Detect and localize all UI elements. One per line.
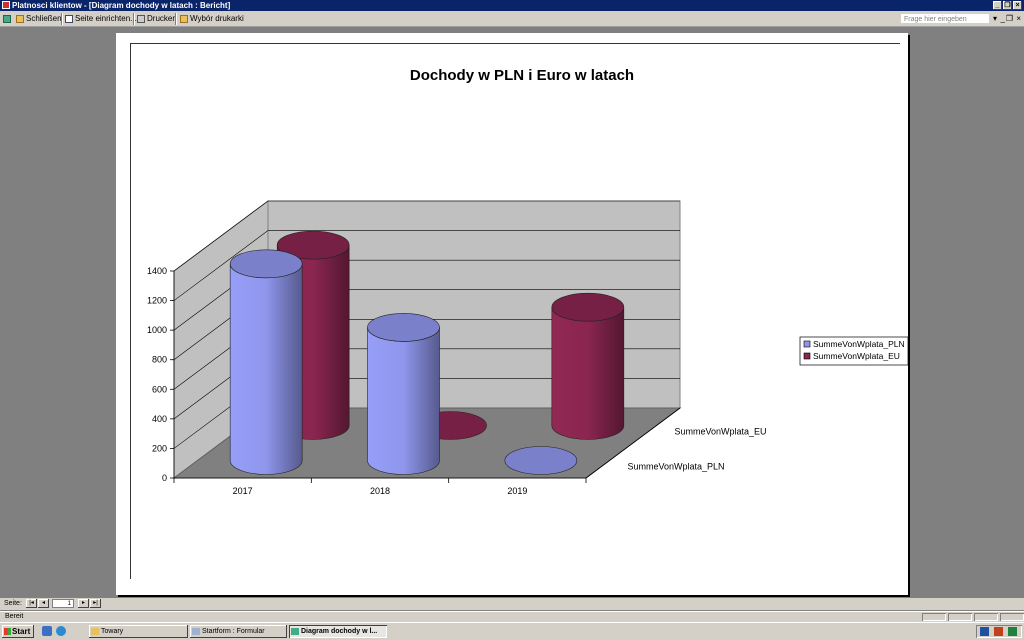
desktop-icon[interactable]: [42, 626, 52, 636]
y-tick-label: 1000: [147, 325, 167, 335]
bar-top-SummeVonWplata_EU-2019: [551, 292, 625, 322]
taskbar-item-active[interactable]: Diagram dochody w l...: [289, 625, 387, 638]
mdi-minimize-button[interactable]: _: [1001, 13, 1005, 25]
page-setup-button[interactable]: Seite einrichten...: [65, 13, 137, 25]
status-pane: [1000, 613, 1024, 621]
y-tick-label: 800: [152, 355, 167, 365]
mdi-close-button[interactable]: ×: [1016, 13, 1021, 25]
help-dropdown-icon[interactable]: ▾: [993, 13, 997, 25]
y-tick-label: 0: [162, 473, 167, 483]
chart: Dochody w PLN i Euro w latach 0 200 400 600…: [147, 67, 908, 496]
page-setup-label: Seite einrichten...: [75, 14, 137, 23]
chart-title: Dochody w PLN i Euro w latach: [410, 67, 634, 84]
help-search-input[interactable]: Frage hier eingeben: [900, 13, 990, 24]
close-preview-icon: [16, 15, 24, 23]
taskbar-item-label: Towary: [101, 628, 124, 635]
report-page: Dochody w PLN i Euro w latach 0 200 400 600…: [116, 33, 908, 595]
taskbar: Start Towary Startform : Formular Diagra…: [0, 622, 1024, 640]
start-button[interactable]: Start: [2, 625, 34, 638]
mdi-restore-button[interactable]: ❐: [1006, 13, 1013, 25]
status-bar: Bereit: [0, 611, 1024, 622]
status-pane: [922, 613, 946, 621]
app-icon: [2, 1, 10, 9]
bar-top-SummeVonWplata_PLN-2017: [229, 249, 303, 279]
close-preview-label: Schließen: [26, 14, 62, 23]
view-icon-button[interactable]: [3, 13, 11, 25]
tray-status-icon[interactable]: [1008, 627, 1017, 636]
system-tray: [976, 625, 1022, 638]
y-tick-label: 200: [152, 443, 167, 453]
title-bar: Platnosci klientow - [Diagram dochody w …: [0, 0, 1024, 11]
prev-page-button[interactable]: ◂: [38, 599, 49, 608]
status-pane: [948, 613, 972, 621]
folder-icon: [91, 628, 99, 635]
y-tick-label: 400: [152, 414, 167, 424]
taskbar-item-label: Startform : Formular: [202, 628, 265, 635]
legend-entry: SummeVonWplata_PLN: [813, 339, 905, 349]
page-setup-icon: [65, 15, 73, 23]
bar-top-SummeVonWplata_PLN-2019: [504, 446, 578, 475]
y-tick-label: 600: [152, 384, 167, 394]
x-tick-label: 2017: [233, 486, 253, 496]
bar-SummeVonWplata_PLN-2018: [367, 327, 440, 475]
language-icon[interactable]: [980, 627, 989, 636]
legend-swatch: [803, 340, 811, 348]
legend-swatch: [803, 352, 811, 360]
depth-axis-label: SummeVonWplata_PLN: [628, 462, 725, 472]
close-button[interactable]: ×: [1013, 1, 1022, 10]
y-tick-label: 1200: [147, 296, 167, 306]
tray-app-icon[interactable]: [994, 627, 1003, 636]
report-icon: [291, 628, 299, 635]
taskbar-item-label: Diagram dochody w l...: [301, 628, 378, 635]
taskbar-item[interactable]: Towary: [89, 625, 188, 638]
toolbar-separator: [133, 13, 135, 25]
view-icon: [3, 15, 11, 23]
close-preview-button[interactable]: Schließen: [16, 13, 62, 25]
bar-top-SummeVonWplata_PLN-2018: [367, 313, 440, 342]
chart-legend: SummeVonWplata_PLN SummeVonWplata_EU: [799, 336, 908, 366]
form-icon: [192, 628, 200, 635]
bar-SummeVonWplata_EU-2019: [551, 307, 625, 440]
printer-select-label: Wybór drukarki: [190, 14, 244, 23]
legend-entry: SummeVonWplata_EU: [813, 351, 900, 361]
toolbar-separator: [61, 13, 63, 25]
taskbar-item[interactable]: Startform : Formular: [190, 625, 287, 638]
printer-icon: [137, 15, 145, 23]
restore-button[interactable]: ❐: [1003, 1, 1012, 10]
start-label: Start: [12, 627, 31, 636]
status-text: Bereit: [5, 613, 24, 620]
depth-axis-label: SummeVonWplata_EU: [675, 427, 767, 437]
printer-select-icon: [180, 15, 188, 23]
first-page-button[interactable]: |◂: [26, 599, 37, 608]
next-page-button[interactable]: ▸: [78, 599, 89, 608]
print-label: Drucken: [147, 14, 177, 23]
last-page-button[interactable]: ▸|: [90, 599, 101, 608]
y-tick-label: 1400: [147, 266, 167, 276]
page-number-input[interactable]: 1: [52, 599, 74, 608]
printer-select-button[interactable]: Wybór drukarki: [180, 13, 244, 25]
x-tick-label: 2019: [507, 486, 527, 496]
page-label: Seite:: [4, 600, 22, 607]
page-navigation-bar: Seite: |◂ ◂ 1 ▸ ▸|: [0, 598, 1024, 610]
minimize-button[interactable]: _: [993, 1, 1002, 10]
status-pane: [974, 613, 998, 621]
browser-icon[interactable]: [56, 626, 66, 636]
window-title: Platnosci klientow - [Diagram dochody w …: [12, 1, 231, 10]
print-button[interactable]: Drucken: [137, 13, 177, 25]
bar-SummeVonWplata_PLN-2017: [229, 263, 303, 475]
x-tick-label: 2018: [370, 486, 390, 496]
toolbar-separator: [175, 13, 177, 25]
print-preview-toolbar: Schließen Seite einrichten... Drucken Wy…: [0, 11, 1024, 27]
windows-logo-icon: [4, 628, 11, 635]
